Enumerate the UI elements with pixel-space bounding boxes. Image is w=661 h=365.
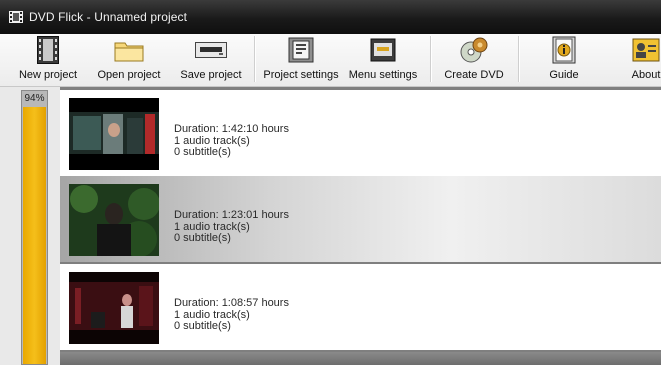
dvd-flick-app-icon <box>9 11 23 23</box>
dvd-capacity-panel: 94% <box>0 87 60 365</box>
menu-settings-button[interactable]: Menu settings <box>345 34 421 86</box>
app-window: DVD Flick - Unnamed project New project <box>0 0 661 365</box>
list-empty-area <box>60 352 661 365</box>
book-info-icon <box>552 35 576 65</box>
window-title: DVD Flick - Unnamed project <box>29 10 188 24</box>
open-project-button[interactable]: Open project <box>93 34 165 86</box>
toolbar-separator <box>430 36 432 82</box>
title-thumbnail <box>69 98 159 170</box>
duration-text: Duration: 1:23:01 hours <box>174 209 289 221</box>
create-dvd-button[interactable]: Create DVD <box>436 34 512 86</box>
create-dvd-label: Create DVD <box>444 69 504 81</box>
title-info: Duration: 1:42:10 hours 1 audio track(s)… <box>174 123 289 159</box>
title-thumbnail <box>69 184 159 256</box>
subtitles-text: 0 subtitle(s) <box>174 320 231 332</box>
about-button[interactable]: About <box>616 34 661 86</box>
title-list[interactable]: Duration: 1:42:10 hours 1 audio track(s)… <box>60 87 661 365</box>
title-info: Duration: 1:08:57 hours 1 audio track(s)… <box>174 297 289 333</box>
dvd-capacity-label: 94% <box>24 93 45 104</box>
film-strip-icon <box>37 35 59 65</box>
subtitles-text: 0 subtitle(s) <box>174 146 231 158</box>
main-toolbar: New project Open project Save project Pr… <box>0 34 661 87</box>
about-label: About <box>631 69 661 81</box>
menu-icon <box>370 35 396 65</box>
toolbar-separator <box>254 36 256 82</box>
duration-text: Duration: 1:42:10 hours <box>174 123 289 135</box>
settings-panel-icon <box>288 35 314 65</box>
toolbar-separator <box>518 36 520 82</box>
menu-settings-label: Menu settings <box>348 69 418 81</box>
title-row[interactable]: Duration: 1:42:10 hours 1 audio track(s)… <box>60 90 661 176</box>
duration-text: Duration: 1:08:57 hours <box>174 297 289 309</box>
project-settings-label: Project settings <box>263 69 339 81</box>
subtitles-text: 0 subtitle(s) <box>174 232 231 244</box>
save-project-label: Save project <box>180 69 242 81</box>
person-card-icon <box>632 35 660 65</box>
save-project-button[interactable]: Save project <box>175 34 247 86</box>
guide-label: Guide <box>549 69 579 81</box>
new-project-label: New project <box>18 69 78 81</box>
dvd-capacity-fill <box>23 107 46 364</box>
project-settings-button[interactable]: Project settings <box>260 34 342 86</box>
title-row-selected[interactable]: Duration: 1:23:01 hours 1 audio track(s)… <box>60 176 661 262</box>
gears-disc-icon <box>459 35 489 65</box>
title-info: Duration: 1:23:01 hours 1 audio track(s)… <box>174 209 289 245</box>
title-thumbnail <box>69 272 159 344</box>
new-project-button[interactable]: New project <box>13 34 83 86</box>
guide-button[interactable]: Guide <box>530 34 598 86</box>
folder-icon <box>114 35 144 65</box>
title-bar: DVD Flick - Unnamed project <box>0 0 661 34</box>
title-row[interactable]: Duration: 1:08:57 hours 1 audio track(s)… <box>60 264 661 350</box>
open-project-label: Open project <box>97 69 161 81</box>
dvd-capacity-bar: 94% <box>21 90 48 365</box>
disk-drive-icon <box>195 35 227 65</box>
